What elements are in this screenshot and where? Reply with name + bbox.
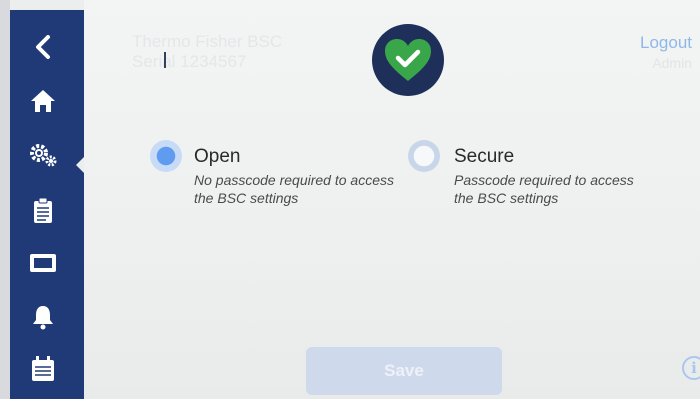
bell-icon[interactable] [28,302,58,332]
home-icon[interactable] [28,86,58,116]
calendar-icon[interactable] [28,354,58,384]
open-option-title[interactable]: Open [194,146,240,168]
clipboard-icon[interactable] [28,196,58,226]
text-cursor [164,52,166,68]
secure-option-title[interactable]: Secure [454,146,514,168]
ghost-user: Admin [652,55,692,71]
device-screen: Thermo Fisher BSC Serial 1234567 Logout … [10,0,700,399]
open-option-description: No passcode required to access the BSC s… [194,172,394,206]
status-heart-icon [372,24,444,96]
save-button[interactable]: Save [306,347,502,395]
main-panel: Thermo Fisher BSC Serial 1234567 Logout … [84,0,700,399]
sidebar [10,10,86,399]
screen-icon[interactable] [28,248,58,278]
secure-radio[interactable] [408,140,440,172]
logout-link[interactable]: Logout [640,33,692,53]
ghost-title: Thermo Fisher BSC [132,32,283,51]
secure-option-description: Passcode required to access the BSC sett… [454,172,634,206]
gears-icon[interactable] [28,140,58,170]
open-radio[interactable] [150,140,182,172]
ghost-subtitle: Serial 1234567 [132,52,247,71]
info-icon[interactable]: i [682,356,700,380]
back-chevron-icon[interactable] [28,32,58,62]
